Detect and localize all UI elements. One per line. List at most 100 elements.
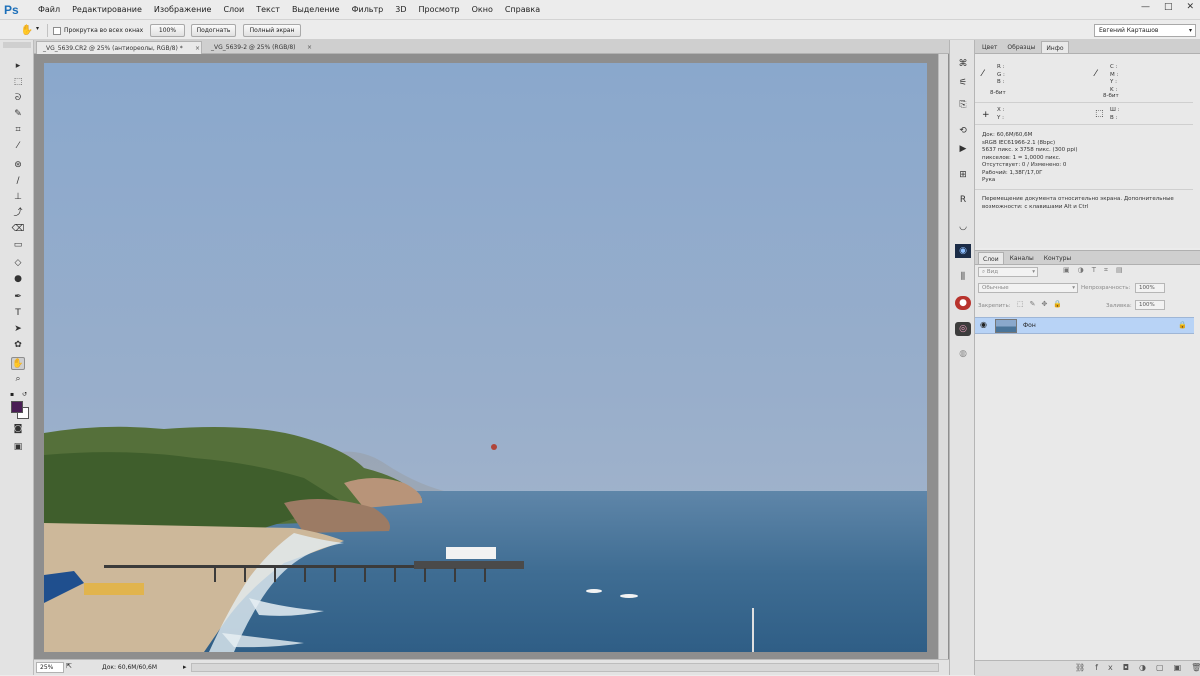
blend-mode-select[interactable]: Обычные ▾ (978, 283, 1078, 293)
menu-layers[interactable]: Слои (223, 5, 244, 14)
selection-size-icon: ⬚ (1095, 109, 1104, 119)
rgb-labels: R : G : B : (997, 64, 1005, 85)
tab-channels[interactable]: Каналы (1006, 252, 1038, 264)
doc-tab-vg5639-cr2[interactable]: _VG_5639.CR2 @ 25% (антиореолы, RGB/8) *… (36, 41, 202, 54)
character-icon[interactable]: R (955, 193, 971, 207)
paragraph-icon[interactable]: ◡ (955, 220, 971, 234)
dodge-tool-icon[interactable]: ● (11, 273, 25, 286)
menu-filter[interactable]: Фильтр (352, 5, 384, 14)
blend-mode-value: Обычные (982, 285, 1009, 291)
tools-panel-grip[interactable] (3, 42, 31, 48)
lock-options-icons[interactable]: ⬚✎✥🔒 (1017, 300, 1068, 308)
quick-mask-icon[interactable]: ◙ (11, 423, 25, 436)
beach-photo (44, 63, 927, 652)
screen-mode-icon[interactable]: ▣ (11, 441, 25, 454)
layer-filter-icons[interactable]: ▣◑T⌗▤ (1063, 266, 1131, 275)
hand-tool-icon[interactable]: ✋ (11, 357, 25, 370)
menu-image[interactable]: Изображение (154, 5, 212, 14)
plugin-red-icon[interactable]: ● (955, 296, 971, 310)
info-panel-tabs: Цвет Образцы Инфо (975, 40, 1200, 54)
menu-view[interactable]: Просмотр (419, 5, 460, 14)
close-icon[interactable]: × (307, 41, 312, 54)
layers-panel: Слои Каналы Контуры ⌕ Вид ▾ ▣◑T⌗▤ Обычны… (975, 250, 1200, 676)
layer-thumbnail (995, 319, 1017, 333)
foreground-color-swatch[interactable] (11, 401, 23, 413)
blur-tool-icon[interactable]: ◇ (11, 257, 25, 270)
eraser-tool-icon[interactable]: ⌫ (11, 223, 25, 236)
eyedropper-tool-icon[interactable]: ⁄ (11, 140, 25, 153)
opacity-field[interactable]: 100% (1135, 283, 1165, 293)
zoom-tool-icon[interactable]: ⌕ (11, 373, 25, 386)
plugin-camera-icon[interactable]: ◎ (955, 322, 971, 336)
close-icon[interactable]: × (195, 42, 200, 55)
quick-selection-tool-icon[interactable]: ✎ (11, 108, 25, 121)
actions-icon[interactable]: ⟲ (955, 124, 971, 138)
scroll-all-checkbox[interactable] (53, 27, 61, 35)
chevron-down-icon[interactable]: ▾ (36, 25, 39, 32)
hand-tool-preset-icon[interactable]: ✋ (20, 24, 34, 37)
tab-color[interactable]: Цвет (978, 41, 1001, 53)
plugin-panel-icon[interactable]: ◉ (955, 244, 971, 258)
fit-screen-button[interactable]: Подогнать (191, 24, 236, 37)
vertical-scrollbar[interactable] (938, 54, 948, 659)
crop-tool-icon[interactable]: ⌗ (11, 124, 25, 137)
photoshop-logo: Ps (4, 2, 19, 17)
zoom-level-field[interactable]: 25% (36, 662, 64, 673)
export-icon[interactable]: ⇱ (66, 662, 72, 670)
xy-labels: X : Y : (997, 107, 1005, 121)
gradient-tool-icon[interactable]: ▭ (11, 239, 25, 252)
options-bar: ✋ ▾ Прокрутка во всех окнах 100% Подогна… (0, 21, 1200, 40)
menu-file[interactable]: Файл (38, 5, 60, 14)
history-icon[interactable]: ⌘ (955, 57, 971, 71)
doc-tab-vg5639-2[interactable]: _VG_5639-2 @ 25% (RGB/8) × (205, 41, 319, 54)
menu-type[interactable]: Текст (256, 5, 280, 14)
brush-presets-icon[interactable]: ⚟ (955, 76, 971, 90)
status-menu-arrow-icon[interactable]: ▸ (183, 663, 187, 671)
layer-actions-icons[interactable]: ⛓fx◘◑▢▣🗑 (1075, 663, 1200, 672)
workspace-select[interactable]: Евгений Карташов ▾ (1094, 24, 1196, 37)
path-selection-tool-icon[interactable]: ➤ (11, 323, 25, 336)
lasso-tool-icon[interactable]: ᘐ (11, 92, 25, 105)
tab-layers[interactable]: Слои (978, 252, 1004, 264)
minimize-button[interactable]: — (1141, 2, 1150, 12)
layer-kind-value: Вид (986, 269, 998, 275)
lock-label: Закрепить: (978, 303, 1011, 309)
tab-swatches[interactable]: Образцы (1003, 41, 1039, 53)
document-canvas[interactable] (44, 63, 927, 652)
chevron-down-icon: ▾ (1072, 285, 1075, 291)
custom-shape-tool-icon[interactable]: ✿ (11, 339, 25, 352)
adjustments-icon[interactable]: ⫼ (955, 270, 971, 284)
layer-row-background[interactable]: ◉ Фон 🔒 (975, 317, 1194, 334)
move-tool-icon[interactable]: ▸ (11, 60, 25, 73)
layers-panel-footer: ⛓fx◘◑▢▣🗑 (975, 660, 1200, 676)
menu-help[interactable]: Справка (505, 5, 540, 14)
tab-paths[interactable]: Контуры (1040, 252, 1075, 264)
marquee-tool-icon[interactable]: ⬚ (11, 76, 25, 89)
menu-select[interactable]: Выделение (292, 5, 340, 14)
menu-edit[interactable]: Редактирование (72, 5, 142, 14)
plugin-grey-icon[interactable]: ◍ (955, 347, 971, 361)
fill-field[interactable]: 100% (1135, 300, 1165, 310)
history-brush-tool-icon[interactable]: ⤴ (11, 207, 25, 220)
close-button[interactable]: ✕ (1186, 2, 1194, 12)
properties-icon[interactable]: ⊞ (955, 168, 971, 182)
eye-icon[interactable]: ◉ (980, 320, 987, 329)
tab-info[interactable]: Инфо (1041, 41, 1069, 53)
brush-tool-icon[interactable]: ∕ (11, 175, 25, 188)
clone-source-icon[interactable]: ⎘ (955, 98, 971, 112)
maximize-button[interactable]: □ (1164, 2, 1173, 12)
fill-screen-button[interactable]: Полный экран (243, 24, 301, 37)
type-tool-icon[interactable]: T (11, 307, 25, 320)
pen-tool-icon[interactable]: ✒ (11, 291, 25, 304)
swap-colors-icon[interactable]: ↺ (22, 391, 27, 398)
healing-brush-tool-icon[interactable]: ⊛ (11, 159, 25, 172)
play-icon[interactable]: ▶ (955, 142, 971, 156)
default-colors-icon[interactable]: ▪ (10, 391, 14, 398)
menu-3d[interactable]: 3D (395, 5, 406, 14)
horizontal-scrollbar[interactable] (191, 663, 939, 672)
menu-bar: Ps Файл Редактирование Изображение Слои … (0, 0, 1200, 20)
clone-stamp-tool-icon[interactable]: ⊥ (11, 191, 25, 204)
layer-kind-filter[interactable]: ⌕ Вид ▾ (978, 267, 1038, 277)
actual-pixels-button[interactable]: 100% (150, 24, 185, 37)
menu-window[interactable]: Окно (472, 5, 493, 14)
